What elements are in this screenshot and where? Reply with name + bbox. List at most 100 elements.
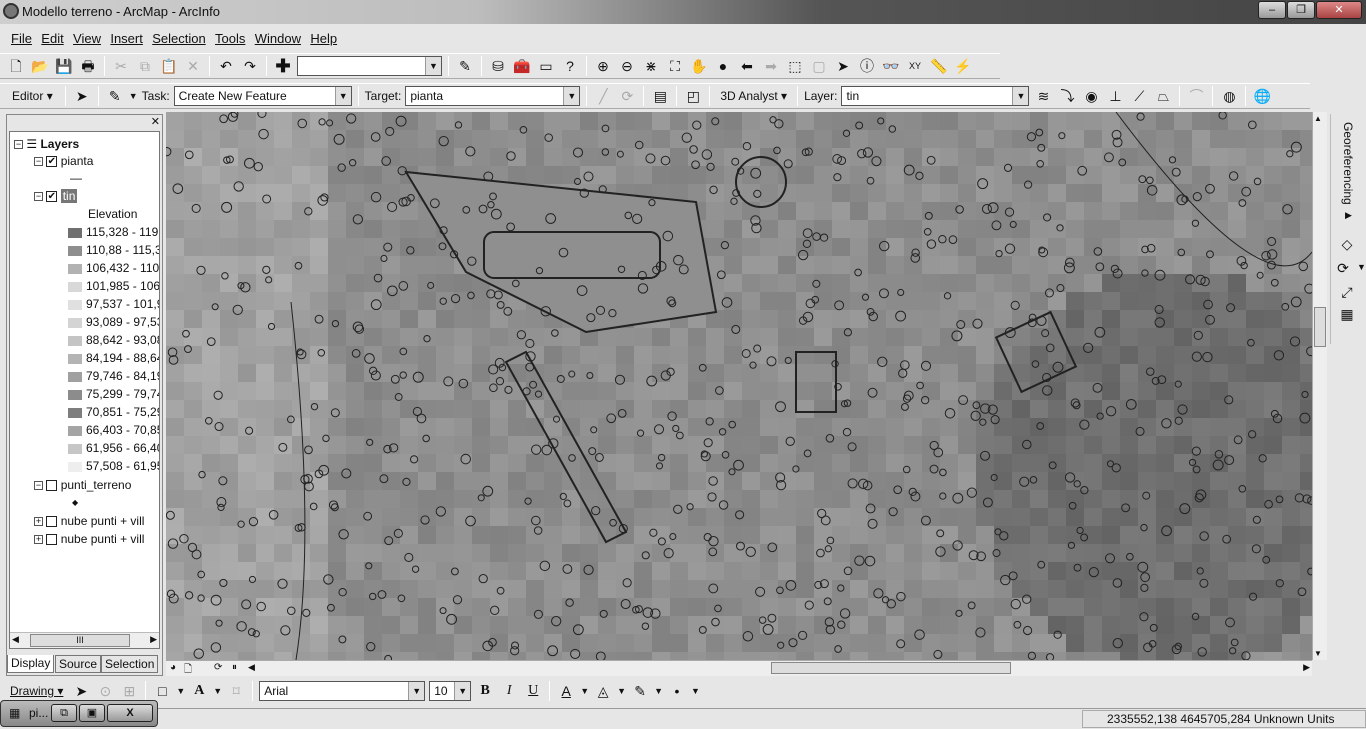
menu-window[interactable]: Window (252, 28, 304, 49)
forward-icon[interactable]: ➡ (761, 56, 781, 76)
zoom-out-icon[interactable]: ⊖ (617, 56, 637, 76)
layer-combo[interactable]: tin ▼ (841, 86, 1030, 106)
sketch-tool-icon[interactable]: ✎ (105, 86, 125, 106)
link-table-icon[interactable]: ▦ (1337, 304, 1357, 324)
rotate-icon[interactable]: ⟳ (1333, 258, 1353, 278)
arcscene-icon[interactable]: ◍ (1219, 86, 1239, 106)
map-view[interactable] (166, 112, 1312, 660)
map-horizontal-scrollbar[interactable]: ◀ ▶ (246, 661, 1312, 676)
menu-edit[interactable]: Edit (38, 28, 66, 49)
menu-file[interactable]: File (8, 28, 35, 49)
fixed-zoom-in-icon[interactable]: ⋇ (641, 56, 661, 76)
paste-icon[interactable]: 📋 (159, 56, 179, 76)
zoom-in-icon[interactable]: ⊕ (593, 56, 613, 76)
drawing-menu[interactable]: Drawing ▾ (6, 684, 67, 698)
arcglobe-icon[interactable]: 🌐 (1252, 86, 1272, 106)
clear-selection-icon[interactable]: ▢ (809, 56, 829, 76)
scale-combo[interactable]: ▼ (297, 56, 442, 76)
full-extent-icon[interactable]: ● (713, 56, 733, 76)
pan-icon[interactable]: ✋ (689, 56, 709, 76)
rotate-element-icon[interactable]: ⊙ (95, 681, 115, 701)
sketch-properties-icon[interactable]: ◰ (683, 86, 703, 106)
map-vertical-scrollbar[interactable]: ▲ ▼ (1312, 112, 1327, 660)
tab-selection[interactable]: Selection (101, 655, 159, 673)
tab-source[interactable]: Source (55, 655, 102, 673)
command-line-icon[interactable]: ▭ (536, 56, 556, 76)
save-icon[interactable]: 💾 (54, 56, 74, 76)
contour-icon[interactable]: ≋ (1033, 86, 1053, 106)
minimized-window[interactable]: ▦ pi... ⧉ ▣ X (0, 700, 158, 727)
text-icon[interactable]: A (189, 681, 209, 701)
shift-icon[interactable]: ⤢ (1337, 282, 1357, 302)
copy-icon[interactable]: ⧉ (135, 56, 155, 76)
marker-color-icon[interactable]: • (667, 681, 687, 701)
select-elements-icon[interactable]: ➤ (833, 56, 853, 76)
hyperlink-icon[interactable]: ⚡ (953, 56, 973, 76)
3d-analyst-menu[interactable]: 3D Analyst ▾ (716, 89, 791, 103)
minimize-button[interactable]: – (1258, 1, 1286, 19)
find-icon[interactable]: 👓 (881, 56, 901, 76)
italic-button[interactable]: I (499, 681, 519, 701)
nube2-checkbox[interactable] (46, 534, 58, 546)
add-data-icon[interactable]: ✚ (273, 56, 293, 76)
split-icon[interactable]: ╱ (593, 86, 613, 106)
pianta-checkbox[interactable]: ✔ (46, 156, 58, 168)
cut-icon[interactable]: ✂ (111, 56, 131, 76)
layers-root[interactable]: − ☰ Layers (14, 136, 79, 153)
menu-tools[interactable]: Tools (212, 28, 248, 49)
redo-icon[interactable]: ↷ (240, 56, 260, 76)
close-button[interactable]: ✕ (1316, 1, 1362, 19)
layer-nube-1[interactable]: + nube punti + vill (34, 513, 144, 530)
refresh-icon[interactable]: ⟳ (214, 662, 222, 673)
layer-punti-terreno[interactable]: − punti_terreno (34, 477, 131, 494)
zoom-to-element-icon[interactable]: ⊞ (119, 681, 139, 701)
task-combo[interactable]: Create New Feature ▼ (173, 86, 352, 106)
fill-color-icon[interactable]: ◬ (593, 681, 613, 701)
line-of-sight-icon[interactable]: ◉ (1081, 86, 1101, 106)
layout-view-icon[interactable]: 🗋 (184, 662, 192, 679)
arccatalog-icon[interactable]: ⛁ (488, 56, 508, 76)
select-elements-icon[interactable]: ➤ (71, 681, 91, 701)
menu-selection[interactable]: Selection (149, 28, 208, 49)
layer-nube-2[interactable]: + nube punti + vill (34, 531, 144, 548)
edit-tool-icon[interactable]: ➤ (72, 86, 92, 106)
print-icon[interactable]: 🖶 (78, 56, 98, 76)
interpolate-point-icon[interactable]: ⊥ (1105, 86, 1125, 106)
rectangle-icon[interactable]: □ (152, 681, 172, 701)
attributes-icon[interactable]: ▤ (650, 86, 670, 106)
menu-insert[interactable]: Insert (107, 28, 146, 49)
close-small-button[interactable]: X (107, 704, 153, 722)
font-combo[interactable]: Arial ▼ (259, 681, 426, 701)
rotate-icon[interactable]: ⟳ (617, 86, 637, 106)
select-features-icon[interactable]: ⬚ (785, 56, 805, 76)
restore-button[interactable]: ⧉ (51, 704, 77, 722)
editor-menu[interactable]: Editor ▾ (6, 89, 59, 103)
arctoolbox-icon[interactable]: 🧰 (512, 56, 532, 76)
data-view-icon[interactable]: ◕ (170, 662, 176, 673)
tin-checkbox[interactable]: ✔ (46, 191, 58, 203)
map-canvas[interactable] (166, 112, 1312, 660)
pause-icon[interactable]: ⏸ (232, 662, 237, 673)
underline-button[interactable]: U (523, 681, 543, 701)
add-control-points-icon[interactable]: ◇ (1337, 234, 1357, 254)
steepest-path-icon[interactable]: ⤵ (1057, 86, 1077, 106)
identify-icon[interactable]: ⓘ (857, 56, 877, 76)
fixed-zoom-out-icon[interactable]: ⛶ (665, 56, 685, 76)
delete-icon[interactable]: ✕ (183, 56, 203, 76)
target-combo[interactable]: pianta ▼ (405, 86, 581, 106)
edit-vertices-icon[interactable]: ⌑ (226, 681, 246, 701)
measure-icon[interactable]: 📏 (929, 56, 949, 76)
interpolate-line-icon[interactable]: ⟋ (1129, 86, 1149, 106)
punti-checkbox[interactable] (46, 480, 58, 492)
menu-help[interactable]: Help (307, 28, 340, 49)
line-color-icon[interactable]: ✎ (630, 681, 650, 701)
undo-icon[interactable]: ↶ (216, 56, 236, 76)
new-icon[interactable]: 🗋 (6, 56, 26, 76)
georeferencing-menu[interactable]: Georeferencing (1341, 122, 1355, 205)
bold-button[interactable]: B (475, 681, 495, 701)
interpolate-polygon-icon[interactable]: ⏢ (1153, 86, 1173, 106)
toc-close-icon[interactable]: ✕ (151, 115, 160, 128)
go-to-xy-icon[interactable]: XY (905, 56, 925, 76)
maximize-button[interactable]: ❐ (1287, 1, 1315, 19)
menu-view[interactable]: View (70, 28, 104, 49)
